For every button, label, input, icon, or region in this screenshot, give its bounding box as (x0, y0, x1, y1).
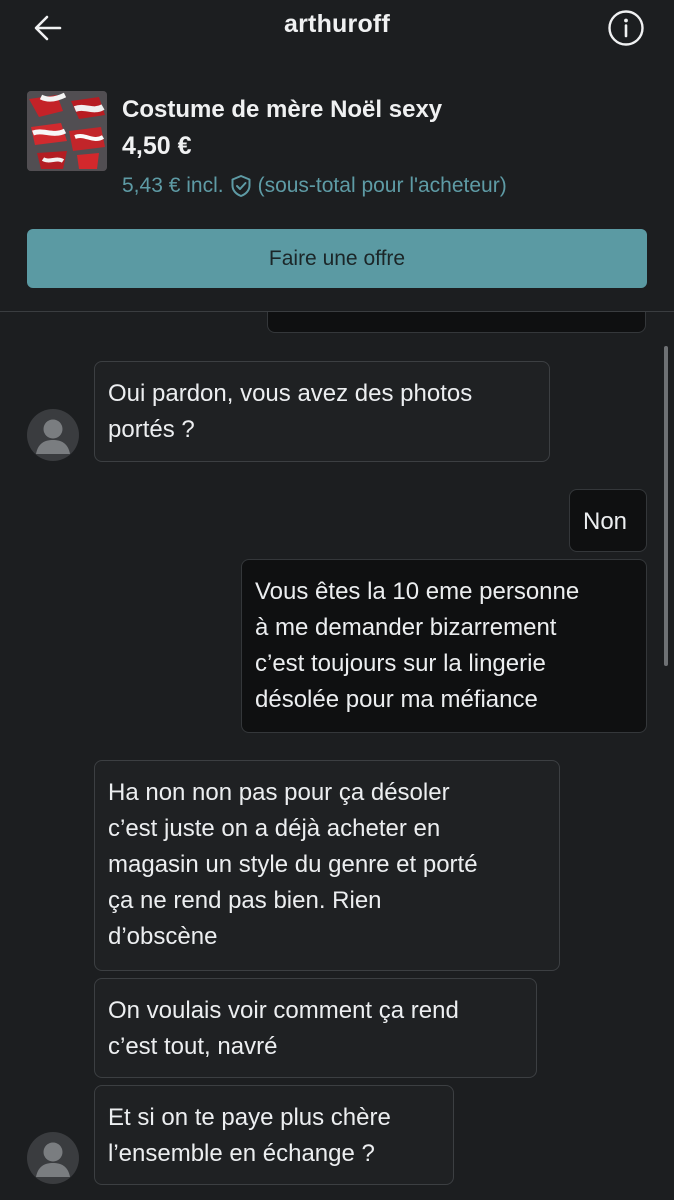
message-bubble: Oui pardon, vous avez des photos portés … (94, 361, 550, 462)
message-list[interactable]: Oui pardon, vous avez des photos portés … (0, 312, 674, 1200)
message-bubble: Ha non non pas pour ça désoler c’est jus… (94, 760, 560, 971)
make-offer-button[interactable]: Faire une offre (27, 229, 647, 288)
avatar[interactable] (27, 409, 79, 461)
avatar[interactable] (27, 1132, 79, 1184)
item-summary: Costume de mère Noël sexy 4,50 € 5,43 € … (0, 80, 674, 310)
shield-check-icon (231, 175, 251, 197)
item-photo (27, 91, 107, 171)
user-placeholder-icon (36, 1142, 70, 1177)
message-bubble: Vous êtes la 10 eme personne à me demand… (241, 559, 647, 733)
info-circle-icon (608, 10, 644, 46)
item-thumbnail[interactable] (27, 91, 107, 171)
item-title[interactable]: Costume de mère Noël sexy (122, 96, 442, 124)
message-bubble-partial (267, 312, 646, 333)
scrollbar[interactable] (664, 346, 668, 666)
buyer-total[interactable]: 5,43 € incl. (sous-total pour l'acheteur… (122, 174, 507, 198)
incl-price: 5,43 € incl. (122, 174, 224, 197)
info-button[interactable] (606, 8, 646, 48)
user-placeholder-icon (36, 419, 70, 454)
message-bubble: On voulais voir comment ça rend c’est to… (94, 978, 537, 1078)
incl-note: (sous-total pour l'acheteur) (257, 174, 507, 197)
top-bar: arthuroff (0, 0, 674, 60)
conversation-title: arthuroff (284, 10, 390, 38)
message-bubble: Non (569, 489, 647, 552)
chat-screen: arthuroff Costume de mère Noël sexy 4,50… (0, 0, 674, 1200)
message-bubble: Et si on te paye plus chère l’ensemble e… (94, 1085, 454, 1185)
item-price: 4,50 € (122, 132, 192, 160)
